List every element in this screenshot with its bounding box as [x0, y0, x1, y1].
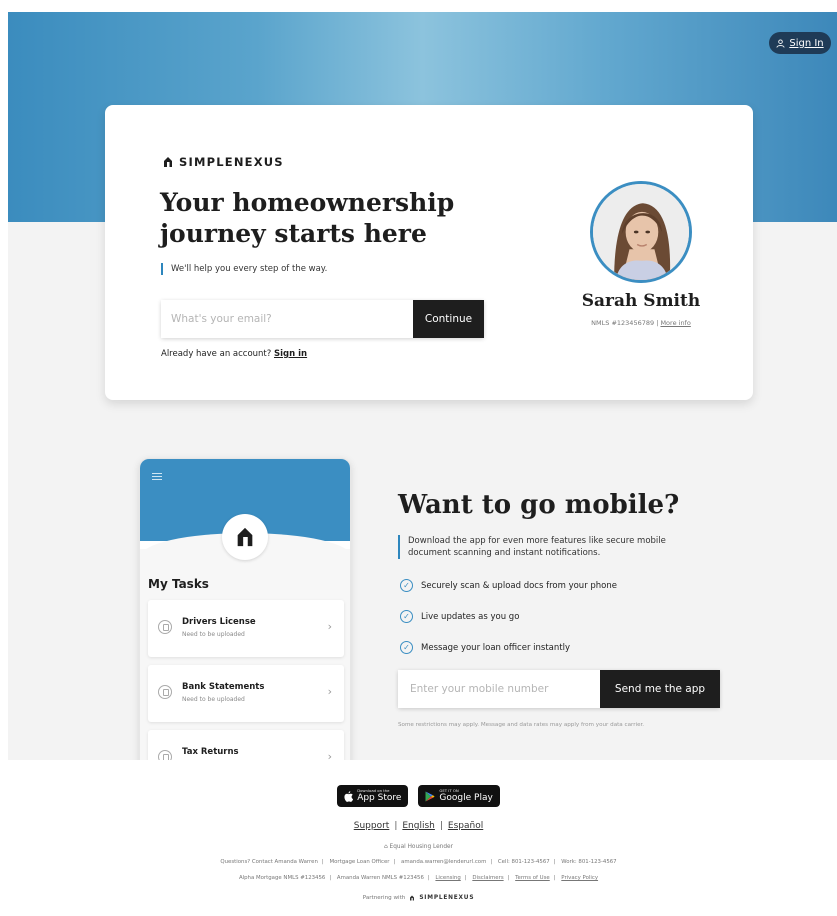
hamburger-menu-icon [152, 473, 162, 482]
header-sign-in-button[interactable]: Sign In [769, 32, 831, 54]
contact-email[interactable]: amanda.warren@lenderurl.com [401, 859, 486, 865]
hero-card: SIMPLENEXUS Your homeownership journey s… [105, 105, 753, 400]
task-name: Bank Statements [182, 682, 265, 692]
feature-text: Message your loan officer instantly [421, 642, 570, 653]
support-link[interactable]: Support [354, 821, 390, 831]
privacy-link[interactable]: Privacy Policy [561, 875, 598, 881]
partner-brand: SIMPLENEXUS [419, 895, 475, 901]
mobile-section-title: Want to go mobile? [398, 490, 680, 520]
sign-in-label: Sign In [789, 37, 824, 49]
brand-name: SIMPLENEXUS [179, 155, 284, 169]
check-circle-icon: ✓ [400, 610, 413, 623]
page-background: Sign In SIMPLENEXUS Your homeownership j… [8, 12, 837, 760]
chevron-right-icon: › [327, 750, 332, 760]
upload-icon [158, 685, 172, 699]
english-link[interactable]: English [402, 821, 435, 831]
send-app-button[interactable]: Send me the app [600, 670, 720, 708]
contact-text: Questions? Contact Amanda Warren [220, 859, 318, 865]
already-account-label: Already have an account? [161, 349, 272, 359]
task-name: Drivers License [182, 617, 256, 627]
nmls-number: NMLS #123456789 [591, 319, 655, 327]
simplenexus-logo-icon [164, 157, 172, 167]
loan-officer-name: Sarah Smith [581, 291, 701, 311]
mobile-description: Download the app for even more features … [398, 535, 668, 559]
phone-mockup: My Tasks Drivers License Need to be uplo… [139, 458, 351, 760]
app-logo [222, 514, 268, 560]
app-store-badge[interactable]: Download on the App Store [337, 785, 409, 807]
feature-item: ✓ Message your loan officer instantly [400, 641, 570, 654]
task-item[interactable]: Bank Statements Need to be uploaded › [148, 665, 344, 722]
footer-links: Support | English | Español [353, 821, 484, 831]
task-item[interactable]: Tax Returns › [148, 730, 344, 760]
google-play-badge[interactable]: GET IT ON Google Play [418, 785, 500, 807]
app-store-small-text: Download on the [357, 788, 390, 793]
company-nmls: Alpha Mortgage NMLS #123456 [238, 875, 326, 881]
sms-disclaimer: Some restrictions may apply. Message and… [398, 722, 645, 728]
officer-nmls-footer: Amanda Warren NMLS #123456 [336, 875, 424, 881]
upload-icon [158, 750, 172, 760]
equal-housing-icon: ⌂ [384, 844, 388, 850]
equal-housing-text: Equal Housing Lender [389, 844, 453, 850]
google-play-text: Google Play [439, 793, 493, 803]
sign-in-link[interactable]: Sign in [274, 349, 307, 359]
mobile-number-input[interactable] [398, 670, 600, 708]
loan-officer-nmls: NMLS #123456789 | More info [591, 319, 691, 327]
avatar-photo [593, 184, 689, 280]
google-play-small-text: GET IT ON [439, 788, 459, 793]
simplenexus-small-logo-icon [410, 895, 415, 901]
email-input[interactable] [161, 300, 413, 338]
task-status: Need to be uploaded [182, 631, 245, 638]
contact-title: Mortgage Loan Officer [329, 859, 390, 865]
check-circle-icon: ✓ [400, 641, 413, 654]
footer-contact: Questions? Contact Amanda Warren | Mortga… [220, 859, 617, 865]
feature-text: Live updates as you go [421, 611, 520, 622]
contact-cell: Cell: 801-123-4567 [497, 859, 550, 865]
task-item[interactable]: Drivers License Need to be uploaded › [148, 600, 344, 657]
already-account-text: Already have an account? Sign in [161, 349, 307, 359]
tasks-title: My Tasks [148, 577, 209, 591]
apple-icon [344, 790, 354, 802]
user-icon [776, 38, 785, 48]
tagline: We'll help you every step of the way. [161, 263, 327, 275]
check-circle-icon: ✓ [400, 579, 413, 592]
partner-text: Partnering with [362, 895, 406, 901]
page-title: Your homeownership journey starts here [160, 188, 455, 248]
upload-icon [158, 620, 172, 634]
disclaimers-link[interactable]: Disclaimers [472, 875, 503, 881]
footer-legal: Alpha Mortgage NMLS #123456 | Amanda Warr… [238, 875, 599, 881]
task-status: Need to be uploaded [182, 696, 245, 703]
licensing-link[interactable]: Licensing [435, 875, 460, 881]
partner-line: Partnering with SIMPLENEXUS [0, 895, 837, 901]
equal-housing: ⌂ Equal Housing Lender [0, 844, 837, 850]
google-play-icon [425, 791, 436, 801]
mobile-number-form: Send me the app [398, 670, 720, 708]
app-store-text: App Store [357, 793, 402, 803]
chevron-right-icon: › [327, 620, 332, 633]
brand-logo: SIMPLENEXUS [162, 155, 284, 169]
contact-work: Work: 801-123-4567 [561, 859, 617, 865]
simplenexus-app-icon [237, 527, 253, 547]
terms-link[interactable]: Terms of Use [515, 875, 550, 881]
continue-button[interactable]: Continue [413, 300, 484, 338]
feature-text: Securely scan & upload docs from your ph… [421, 580, 617, 591]
espanol-link[interactable]: Español [448, 821, 483, 831]
app-store-badges: Download on the App Store GET IT ON Goog… [0, 785, 837, 807]
feature-item: ✓ Securely scan & upload docs from your … [400, 579, 617, 592]
feature-item: ✓ Live updates as you go [400, 610, 519, 623]
email-form: Continue [161, 300, 484, 338]
loan-officer-avatar [590, 181, 692, 283]
chevron-right-icon: › [327, 685, 332, 698]
task-name: Tax Returns [182, 747, 239, 757]
more-info-link[interactable]: More info [660, 319, 690, 327]
